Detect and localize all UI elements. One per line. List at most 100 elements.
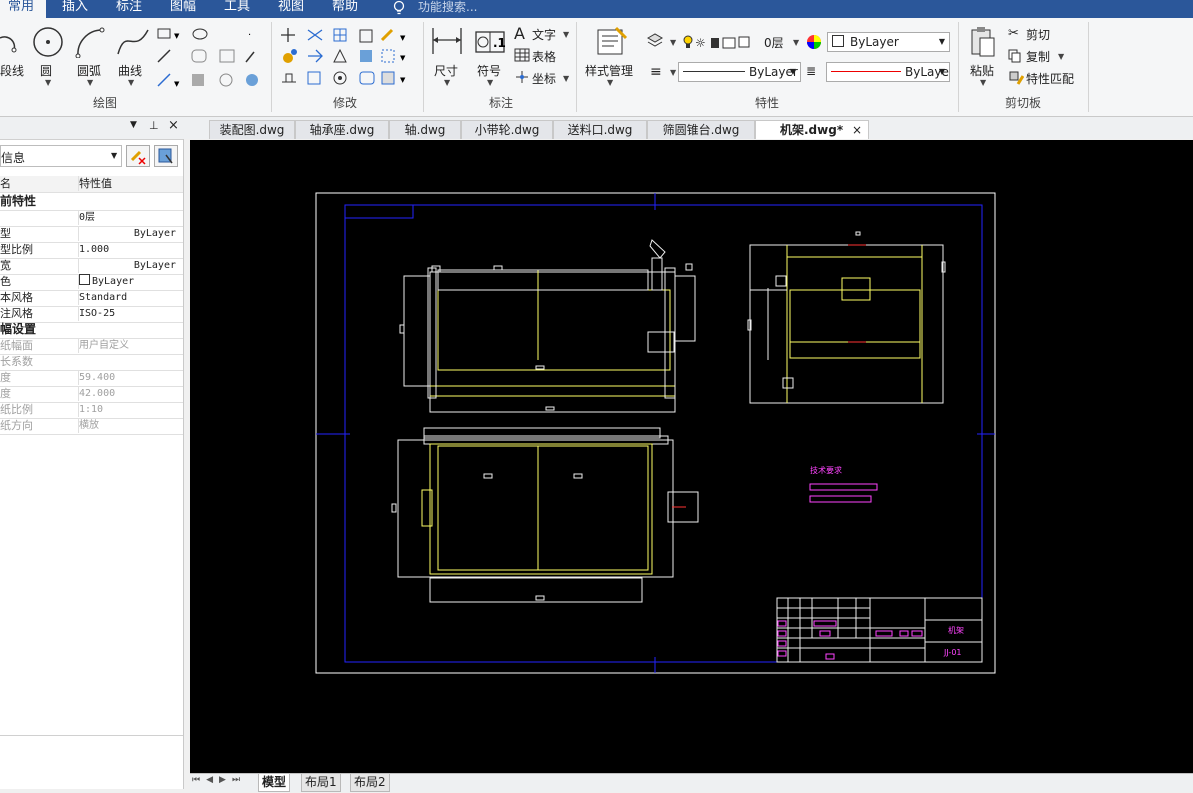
match-properties-label[interactable]: 特性匹配 (1026, 70, 1074, 87)
property-row[interactable]: 纸幅面 用户自定义 (0, 338, 183, 355)
property-value[interactable]: 0层 (78, 210, 183, 225)
dimension-icon[interactable] (430, 26, 464, 58)
modify-tools-icon[interactable]: ▼ ▼ ▼ (278, 26, 418, 92)
menu-sheet[interactable]: 图幅 (162, 0, 204, 18)
style-manager-label[interactable]: 样式管理 (585, 62, 633, 79)
circle-label[interactable]: 圆 (40, 62, 52, 79)
property-row[interactable]: 色 ByLayer (0, 274, 183, 291)
property-row[interactable]: 宽 ByLayer (0, 258, 183, 275)
table-label[interactable]: 表格 (532, 48, 556, 65)
menu-annotate[interactable]: 标注 (108, 0, 150, 18)
property-value[interactable]: 横放 (78, 418, 183, 433)
tab-small-pulley[interactable]: 小带轮.dwg (461, 120, 553, 139)
symbol-label[interactable]: 符号 (477, 62, 501, 79)
chevron-down-icon[interactable]: ▼ (563, 74, 569, 83)
property-value[interactable]: ByLayer (78, 274, 183, 289)
tab-feed-port[interactable]: 送料口.dwg (553, 120, 647, 139)
copy-label[interactable]: 复制 (1026, 48, 1050, 65)
chevron-down-icon[interactable]: ▼ (607, 78, 613, 87)
property-value[interactable]: 42.000 (78, 386, 183, 401)
feature-search[interactable]: 功能搜索... (410, 0, 485, 18)
property-value[interactable]: 59.400 (78, 370, 183, 385)
chevron-down-icon[interactable]: ▼ (487, 78, 493, 87)
property-row[interactable]: 型 ByLayer (0, 226, 183, 243)
lineweight-icon[interactable]: ≣ (806, 64, 816, 78)
dimension-label[interactable]: 尺寸 (434, 62, 458, 79)
property-row[interactable]: 0层 (0, 210, 183, 227)
curve-label[interactable]: 曲线 (118, 62, 142, 79)
menu-home[interactable]: 常用 (0, 0, 46, 18)
pin-icon[interactable]: ⊥ (149, 119, 159, 132)
arc-icon[interactable] (74, 26, 106, 58)
color-wheel-icon[interactable] (806, 34, 822, 50)
property-row[interactable]: 纸比例 1:10 (0, 402, 183, 419)
tab-model[interactable]: 模型 (258, 774, 291, 792)
property-row[interactable]: 型比例 1.000 (0, 242, 183, 259)
tab-frame[interactable]: 机架.dwg* × (755, 120, 869, 139)
scissors-icon[interactable]: ✂ (1008, 26, 1019, 41)
circle-icon[interactable] (32, 26, 64, 58)
symbol-icon[interactable]: .1 (474, 26, 506, 58)
property-row[interactable]: 度 59.400 (0, 370, 183, 387)
tab-layout1[interactable]: 布局1 (301, 774, 341, 792)
style-manager-icon[interactable] (596, 26, 628, 58)
tab-bearing-seat[interactable]: 轴承座.dwg (295, 120, 389, 139)
coordinate-icon[interactable] (514, 70, 530, 84)
property-row[interactable]: 纸方向 横放 (0, 418, 183, 435)
paste-icon[interactable] (970, 26, 998, 58)
cut-label[interactable]: 剪切 (1026, 26, 1050, 43)
lineweight-list-icon[interactable]: ≡ (650, 64, 662, 80)
menu-tools[interactable]: 工具 (216, 0, 258, 18)
polyline-icon[interactable] (0, 28, 24, 58)
tab-assembly[interactable]: 装配图.dwg (209, 120, 295, 139)
layer-state-icons[interactable]: ☼ (681, 34, 765, 50)
property-value[interactable]: Standard (78, 290, 183, 305)
linetype-combo[interactable]: ByLayer ▼ (678, 62, 801, 82)
panel-menu-icon[interactable]: ▼ (130, 120, 137, 130)
tab-shaft[interactable]: 轴.dwg (389, 120, 461, 139)
quick-select-icon[interactable] (154, 145, 178, 167)
chevron-down-icon[interactable]: ▼ (980, 78, 986, 87)
property-value[interactable]: ByLayer (78, 258, 182, 273)
coordinate-label[interactable]: 坐标 (532, 70, 556, 87)
text-label[interactable]: 文字 (532, 26, 556, 43)
property-row[interactable]: 长系数 (0, 354, 183, 371)
property-row[interactable]: 本风格 Standard (0, 290, 183, 307)
property-row[interactable]: 度 42.000 (0, 386, 183, 403)
menu-view[interactable]: 视图 (270, 0, 312, 18)
close-icon[interactable]: × (168, 118, 179, 133)
draw-tools-icon[interactable]: ▼ · ▼ (156, 26, 266, 92)
close-tab-icon[interactable]: × (852, 121, 862, 140)
current-layer[interactable]: 0层 (764, 34, 784, 51)
property-value[interactable]: ByLayer (78, 226, 182, 241)
toggle-pickadd-icon[interactable] (126, 145, 150, 167)
lineweight-combo[interactable]: ByLayer ▼ (826, 62, 950, 82)
polyline-label[interactable]: 段线 (0, 62, 24, 79)
copy-icon[interactable] (1008, 49, 1022, 63)
chevron-down-icon[interactable]: ▼ (45, 78, 51, 87)
property-value[interactable]: 用户自定义 (78, 338, 183, 353)
menu-insert[interactable]: 插入 (54, 0, 96, 18)
layer-manager-icon[interactable] (646, 32, 664, 48)
color-combo[interactable]: ByLayer ▼ (827, 32, 950, 52)
tab-layout2[interactable]: 布局2 (350, 774, 390, 792)
paste-label[interactable]: 粘贴 (970, 62, 994, 79)
chevron-down-icon[interactable]: ▼ (128, 78, 134, 87)
match-properties-icon[interactable] (1008, 70, 1024, 86)
tab-nav-arrows[interactable]: ⏮◀▶⏭ (192, 775, 246, 785)
drawing-canvas[interactable]: 技术要求 机架 JJ-01 (190, 140, 1193, 773)
menu-help[interactable]: 帮助 (324, 0, 366, 18)
property-value[interactable]: 1.000 (78, 242, 183, 257)
text-icon[interactable]: A (514, 24, 525, 43)
selection-dropdown[interactable]: 信息 ▼ (0, 145, 122, 167)
tab-screen-cone[interactable]: 筛圆锥台.dwg (647, 120, 755, 139)
property-value[interactable]: 1:10 (78, 402, 183, 417)
chevron-down-icon[interactable]: ▼ (563, 30, 569, 39)
property-value[interactable]: ISO-25 (78, 306, 183, 321)
spline-icon[interactable] (116, 26, 150, 58)
arc-label[interactable]: 圆弧 (77, 62, 101, 79)
property-row[interactable]: 注风格 ISO-25 (0, 306, 183, 323)
chevron-down-icon[interactable]: ▼ (444, 78, 450, 87)
chevron-down-icon[interactable]: ▼ (87, 78, 93, 87)
table-icon[interactable] (514, 48, 530, 62)
